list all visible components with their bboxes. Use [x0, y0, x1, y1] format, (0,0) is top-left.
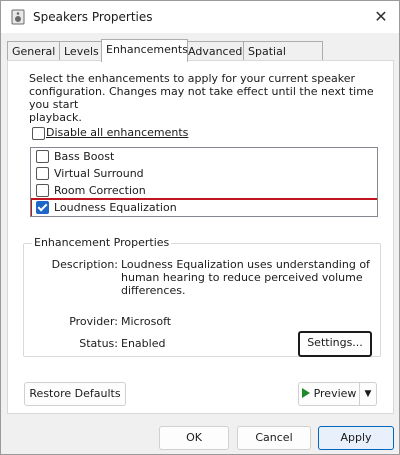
play-icon	[301, 388, 310, 398]
list-item-virtual-surround[interactable]: Virtual Surround	[31, 165, 377, 182]
apply-button[interactable]: Apply	[318, 426, 394, 450]
description-value: Loudness Equalization uses understanding…	[121, 258, 370, 297]
tab-advanced[interactable]: Advanced	[183, 41, 248, 61]
list-item-room-correction[interactable]: Room Correction	[31, 182, 377, 199]
tab-spatial-sound[interactable]: Spatial sound	[243, 41, 323, 77]
speaker-app-icon	[11, 9, 25, 25]
description-key: Description:	[51, 258, 118, 271]
virtual-surround-checkbox[interactable]	[36, 167, 49, 180]
chevron-down-icon: ▼	[364, 389, 372, 399]
room-correction-label: Room Correction	[54, 184, 146, 197]
selection-highlight-box	[31, 198, 377, 216]
enhancement-properties-title: Enhancement Properties	[32, 236, 172, 249]
title-bar: Speakers Properties ✕	[1, 1, 399, 33]
list-item-bass-boost[interactable]: Bass Boost	[31, 148, 377, 165]
preview-dropdown-button[interactable]: ▼	[359, 382, 377, 406]
status-value: Enabled	[121, 337, 166, 350]
enhancements-description: Select the enhancements to apply for you…	[29, 72, 374, 124]
disable-all-label: Disable all enhancements	[46, 126, 189, 139]
tab-enhancements[interactable]: Enhancements	[101, 39, 188, 62]
virtual-surround-label: Virtual Surround	[54, 167, 144, 180]
settings-button[interactable]: Settings...	[298, 331, 372, 357]
status-key: Status:	[79, 337, 118, 350]
disable-all-checkbox-box[interactable]	[32, 127, 45, 140]
speakers-properties-dialog: Speakers Properties ✕ General Levels Enh…	[0, 0, 400, 455]
ok-button[interactable]: OK	[159, 426, 229, 450]
bass-boost-label: Bass Boost	[54, 150, 115, 163]
close-icon[interactable]: ✕	[369, 5, 393, 29]
preview-button[interactable]: Preview	[298, 382, 360, 406]
room-correction-checkbox[interactable]	[36, 184, 49, 197]
enhancements-list[interactable]: Bass Boost Virtual Surround Room Correct…	[30, 147, 378, 217]
bass-boost-checkbox[interactable]	[36, 150, 49, 163]
cancel-button[interactable]: Cancel	[237, 426, 311, 450]
window-title: Speakers Properties	[33, 10, 153, 24]
enhancement-properties-group: Enhancement Properties Description: Loud…	[23, 236, 381, 357]
provider-value: Microsoft	[121, 315, 172, 328]
restore-defaults-button[interactable]: Restore Defaults	[24, 382, 126, 406]
tab-general[interactable]: General	[7, 41, 61, 61]
provider-key: Provider:	[69, 315, 118, 328]
